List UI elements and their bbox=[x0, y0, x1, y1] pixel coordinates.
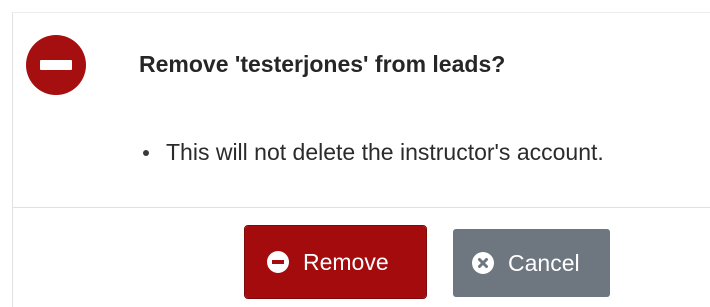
minus-glyph bbox=[272, 260, 284, 264]
minus-circle-icon bbox=[267, 251, 289, 273]
message-text: This will not delete the instructor's ac… bbox=[166, 139, 604, 165]
remove-button-label: Remove bbox=[303, 248, 389, 275]
list-item: This will not delete the instructor's ac… bbox=[139, 139, 604, 166]
minus-circle-icon bbox=[26, 35, 86, 95]
remove-button[interactable]: Remove bbox=[244, 225, 427, 299]
divider bbox=[13, 207, 710, 208]
cancel-button-label: Cancel bbox=[508, 249, 580, 276]
times-circle-icon bbox=[472, 252, 494, 274]
times-glyph bbox=[478, 258, 488, 268]
bullet-icon bbox=[143, 150, 149, 156]
confirm-remove-dialog: Remove 'testerjones' from leads? This wi… bbox=[12, 12, 710, 307]
message-list: This will not delete the instructor's ac… bbox=[139, 139, 604, 166]
minus-bar bbox=[40, 60, 72, 70]
dialog-title: Remove 'testerjones' from leads? bbox=[139, 51, 506, 77]
cancel-button[interactable]: Cancel bbox=[453, 229, 610, 297]
